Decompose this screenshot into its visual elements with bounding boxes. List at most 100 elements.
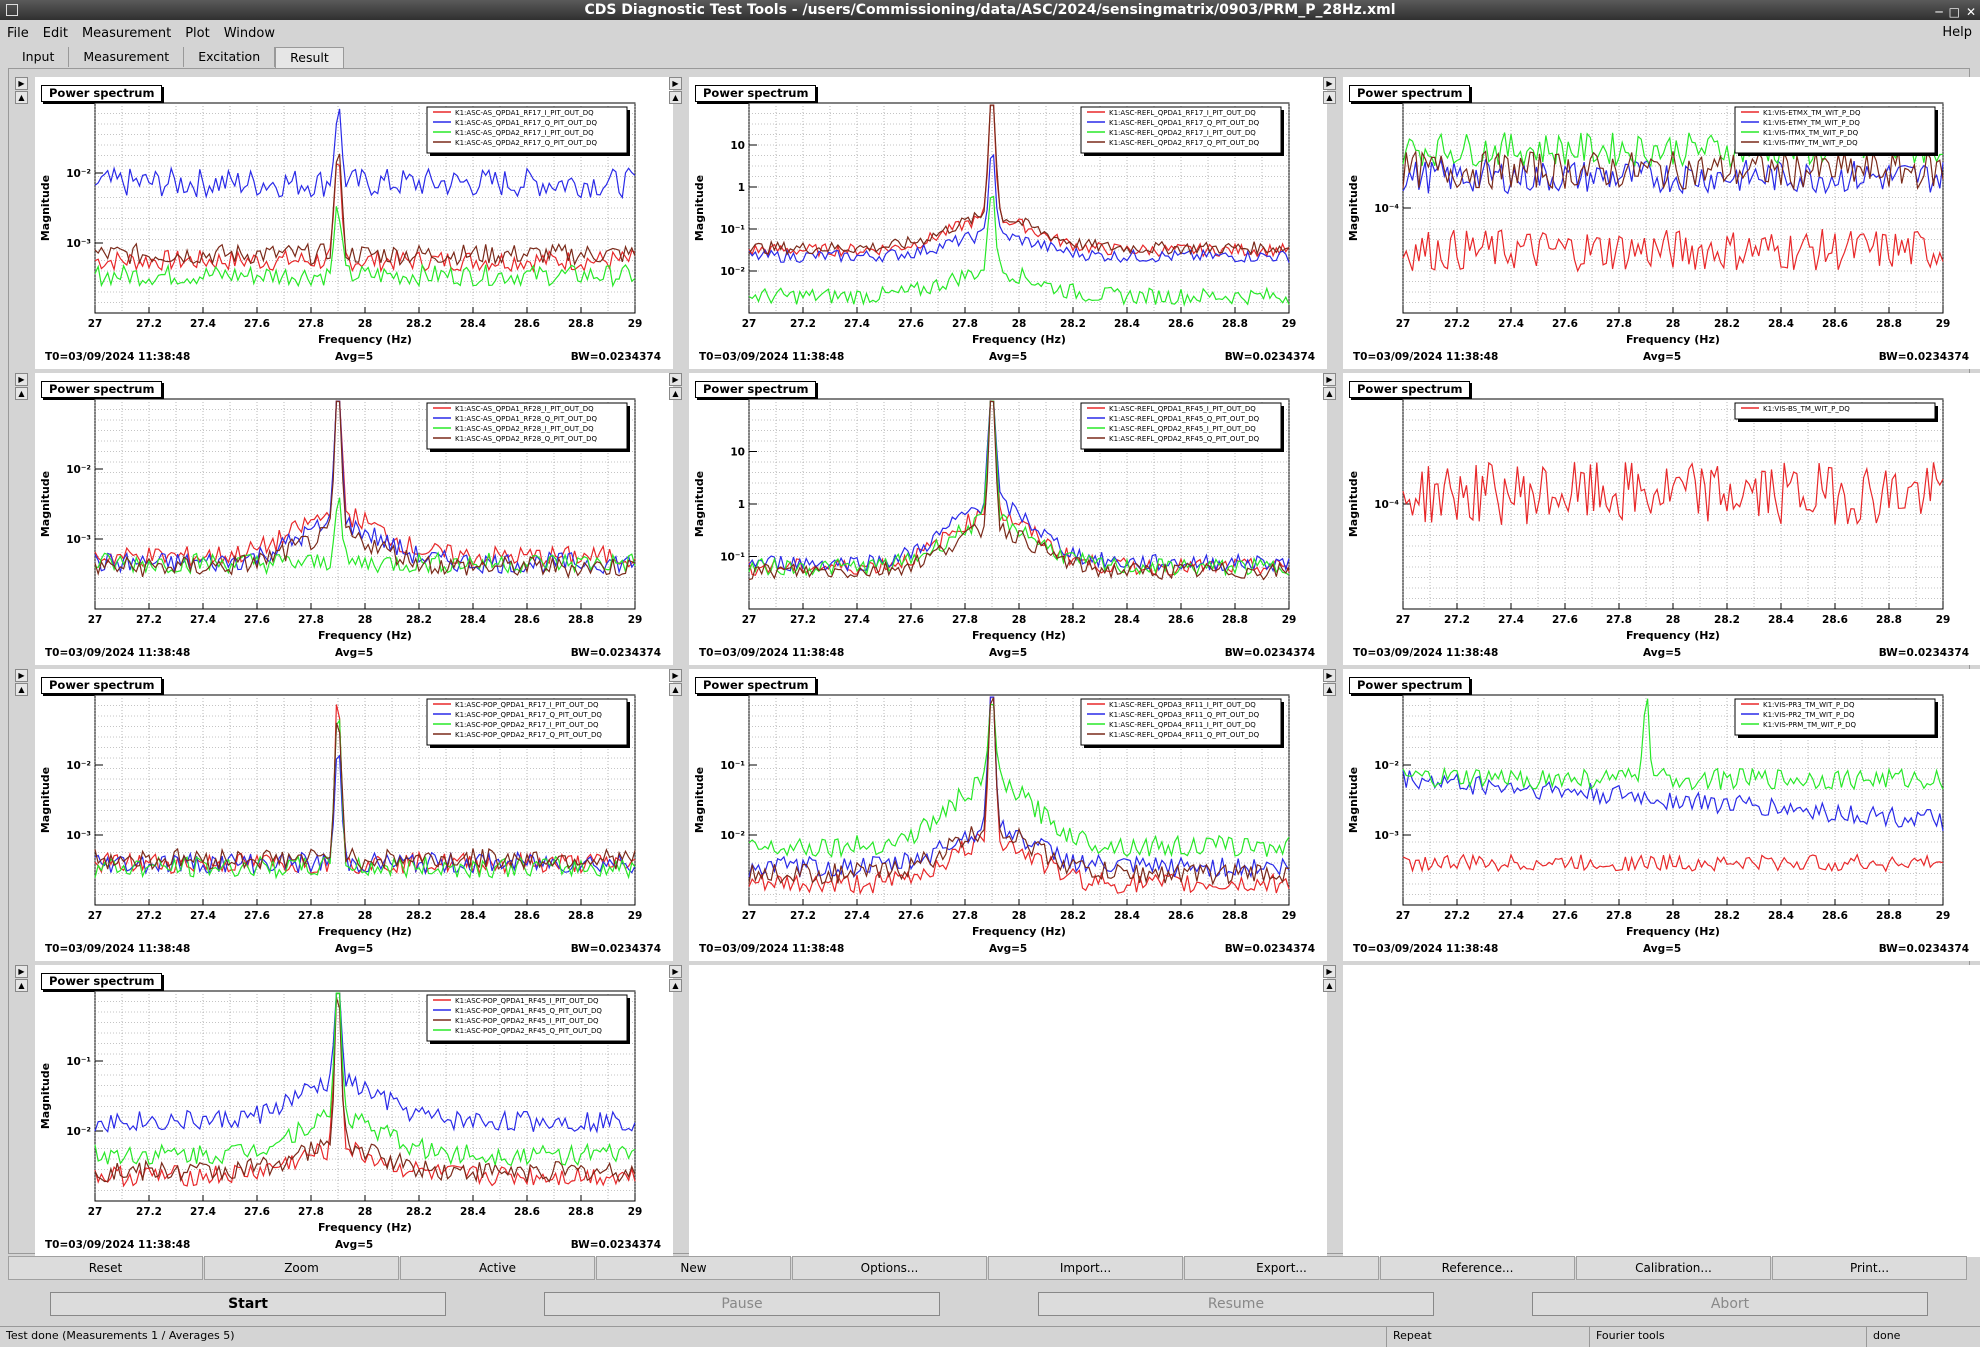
- panel-collapse-arrow-icon[interactable]: ▲: [15, 387, 28, 400]
- panel-option-arrow-icon[interactable]: ▶: [15, 373, 28, 386]
- panel-collapse-arrow-icon[interactable]: ▲: [15, 683, 28, 696]
- bandwidth-label: BW=0.0234374: [1878, 647, 1969, 659]
- spectrum-plot[interactable]: 27 27.2 27.4 27.6 27.8 28 28.2 28.4 28.6 28.8 29 10…: [35, 965, 673, 1257]
- plot-panel[interactable]: ▶ ▲ Power spectrum 27 27.2 27.4 27.6 27.8 28 28.2…: [669, 669, 1327, 961]
- x-tick-label: 29: [1282, 614, 1297, 626]
- panel-collapse-arrow-icon[interactable]: ▲: [15, 91, 28, 104]
- y-tick-label: 10⁻¹: [720, 552, 745, 564]
- y-axis-label: Magnitude: [693, 471, 706, 537]
- title-bar: CDS Diagnostic Test Tools - /users/Commi…: [0, 0, 1980, 20]
- legend-entry: K1:ASC-REFL_QPDA1_RF17_I_PIT_OUT_DQ: [1109, 109, 1256, 117]
- plot-panel[interactable]: ▶ ▲: [1323, 965, 1980, 1257]
- panel-option-arrow-icon[interactable]: ▶: [669, 669, 682, 682]
- plot-panel[interactable]: ▶ ▲ Power spectrum 27 27.2 27.4 27.6 27.8 28 28.2…: [15, 669, 673, 961]
- x-tick-label: 28.4: [1768, 318, 1794, 330]
- spectrum-plot[interactable]: 27 27.2 27.4 27.6 27.8 28 28.2 28.4 28.6 28.8 29 10…: [1343, 373, 1980, 665]
- options-button[interactable]: Options...: [792, 1256, 987, 1280]
- reset-button[interactable]: Reset: [8, 1256, 203, 1280]
- minimize-icon[interactable]: ─: [1935, 2, 1942, 22]
- spectrum-plot[interactable]: 27 27.2 27.4 27.6 27.8 28 28.2 28.4 28.6 28.8 29 10…: [689, 77, 1327, 369]
- calibration-button[interactable]: Calibration...: [1576, 1256, 1771, 1280]
- window-menu-icon[interactable]: [6, 4, 18, 16]
- plot-panel[interactable]: ▶ ▲ Power spectrum 27 27.2 27.4 27.6 27.8 28 28.2…: [669, 373, 1327, 665]
- tab-measurement[interactable]: Measurement: [69, 47, 185, 67]
- y-tick-label: 10⁻³: [66, 238, 91, 250]
- print-button[interactable]: Print...: [1772, 1256, 1967, 1280]
- y-tick-label: 10⁻²: [66, 760, 91, 772]
- close-icon[interactable]: ✕: [1966, 2, 1976, 22]
- panel-option-arrow-icon[interactable]: ▶: [15, 965, 28, 978]
- panel-collapse-arrow-icon[interactable]: ▲: [1323, 91, 1336, 104]
- active-button[interactable]: Active: [400, 1256, 595, 1280]
- y-axis-label: Magnitude: [1347, 471, 1360, 537]
- panel-collapse-arrow-icon[interactable]: ▲: [1323, 387, 1336, 400]
- export-button[interactable]: Export...: [1184, 1256, 1379, 1280]
- plot-panel[interactable]: ▶ ▲ Power spectrum 27 27.2 27.4 27.6 27.8 28 28.2…: [1323, 373, 1980, 665]
- spectrum-plot[interactable]: 27 27.2 27.4 27.6 27.8 28 28.2 28.4 28.6 28.8 29 10…: [689, 373, 1327, 665]
- tab-excitation[interactable]: Excitation: [184, 47, 276, 67]
- panel-option-arrow-icon[interactable]: ▶: [669, 77, 682, 90]
- x-tick-label: 27.8: [298, 1206, 324, 1218]
- menu-help[interactable]: Help: [1942, 25, 1972, 40]
- average-label: Avg=5: [1643, 943, 1682, 955]
- spectrum-plot[interactable]: 27 27.2 27.4 27.6 27.8 28 28.2 28.4 28.6 28.8 29 10…: [689, 669, 1327, 961]
- plot-panel[interactable]: ▶ ▲ Power spectrum 27 27.2 27.4 27.6 27.8 28 28.2…: [1323, 669, 1980, 961]
- plot-panel[interactable]: ▶ ▲ Power spectrum 27 27.2 27.4 27.6 27.8 28 28.2…: [15, 373, 673, 665]
- timestamp-label: T0=03/09/2024 11:38:48: [1353, 351, 1499, 363]
- tab-result[interactable]: Result: [275, 47, 344, 68]
- panel-option-arrow-icon[interactable]: ▶: [15, 77, 28, 90]
- plot-panel[interactable]: ▶ ▲ Power spectrum 27 27.2 27.4 27.6 27.8 28 28.2…: [15, 965, 673, 1257]
- x-tick-label: 27.8: [952, 318, 978, 330]
- pause-button[interactable]: Pause: [544, 1292, 940, 1316]
- y-axis-label: Magnitude: [39, 767, 52, 833]
- panel-collapse-arrow-icon[interactable]: ▲: [1323, 683, 1336, 696]
- start-button[interactable]: Start: [50, 1292, 446, 1316]
- panel-option-arrow-icon[interactable]: ▶: [1323, 669, 1336, 682]
- plot-panel[interactable]: ▶ ▲ Power spectrum 27 27.2 27.4 27.6 27.8 28 28.2…: [15, 77, 673, 369]
- x-tick-label: 28.6: [1168, 614, 1194, 626]
- menu-measurement[interactable]: Measurement: [75, 26, 178, 41]
- y-axis-label: Magnitude: [693, 175, 706, 241]
- maximize-icon[interactable]: □: [1949, 2, 1960, 22]
- tab-input[interactable]: Input: [8, 47, 70, 67]
- panel-option-arrow-icon[interactable]: ▶: [669, 965, 682, 978]
- panel-collapse-arrow-icon[interactable]: ▲: [15, 979, 28, 992]
- x-tick-label: 28.2: [406, 1206, 432, 1218]
- menu-window[interactable]: Window: [217, 26, 282, 41]
- import-button[interactable]: Import...: [988, 1256, 1183, 1280]
- panel-collapse-arrow-icon[interactable]: ▲: [669, 387, 682, 400]
- panel-collapse-arrow-icon[interactable]: ▲: [669, 683, 682, 696]
- menu-edit[interactable]: Edit: [36, 26, 75, 41]
- panel-option-arrow-icon[interactable]: ▶: [669, 373, 682, 386]
- legend-entry: K1:ASC-POP_QPDA2_RF17_I_PIT_OUT_DQ: [455, 721, 599, 729]
- panel-collapse-arrow-icon[interactable]: ▲: [1323, 979, 1336, 992]
- abort-button[interactable]: Abort: [1532, 1292, 1928, 1316]
- menu-plot[interactable]: Plot: [178, 26, 217, 41]
- plot-panel[interactable]: ▶ ▲ Power spectrum 27 27.2 27.4 27.6 27.8 28 28.2…: [669, 77, 1327, 369]
- plot-panel[interactable]: ▶ ▲: [669, 965, 1327, 1257]
- menu-file[interactable]: File: [0, 26, 36, 41]
- timestamp-label: T0=03/09/2024 11:38:48: [1353, 647, 1499, 659]
- average-label: Avg=5: [989, 647, 1028, 659]
- legend-entry: K1:VIS-ETMY_TM_WIT_P_DQ: [1763, 119, 1860, 127]
- spectrum-plot[interactable]: 27 27.2 27.4 27.6 27.8 28 28.2 28.4 28.6 28.8 29 10…: [1343, 77, 1980, 369]
- status-state: done: [1873, 1329, 1901, 1342]
- spectrum-plot[interactable]: 27 27.2 27.4 27.6 27.8 28 28.2 28.4 28.6 28.8 29 10…: [35, 669, 673, 961]
- panel-option-arrow-icon[interactable]: ▶: [1323, 965, 1336, 978]
- panel-collapse-arrow-icon[interactable]: ▲: [669, 91, 682, 104]
- resume-button[interactable]: Resume: [1038, 1292, 1434, 1316]
- panel-option-arrow-icon[interactable]: ▶: [1323, 373, 1336, 386]
- new-button[interactable]: New: [596, 1256, 791, 1280]
- spectrum-plot[interactable]: 27 27.2 27.4 27.6 27.8 28 28.2 28.4 28.6 28.8 29 10…: [1343, 669, 1980, 961]
- x-tick-label: 28.8: [1876, 910, 1902, 922]
- zoom-button[interactable]: Zoom: [204, 1256, 399, 1280]
- spectrum-plot[interactable]: 27 27.2 27.4 27.6 27.8 28 28.2 28.4 28.6 28.8 29 10…: [35, 77, 673, 369]
- reference-button[interactable]: Reference...: [1380, 1256, 1575, 1280]
- spectrum-plot[interactable]: 27 27.2 27.4 27.6 27.8 28 28.2 28.4 28.6 28.8 29 10…: [35, 373, 673, 665]
- x-tick-label: 28: [1012, 614, 1027, 626]
- plot-panel[interactable]: ▶ ▲ Power spectrum 27 27.2 27.4 27.6 27.8 28 28.2…: [1323, 77, 1980, 369]
- panel-option-arrow-icon[interactable]: ▶: [15, 669, 28, 682]
- x-tick-label: 28.4: [1114, 910, 1140, 922]
- panel-option-arrow-icon[interactable]: ▶: [1323, 77, 1336, 90]
- panel-collapse-arrow-icon[interactable]: ▲: [669, 979, 682, 992]
